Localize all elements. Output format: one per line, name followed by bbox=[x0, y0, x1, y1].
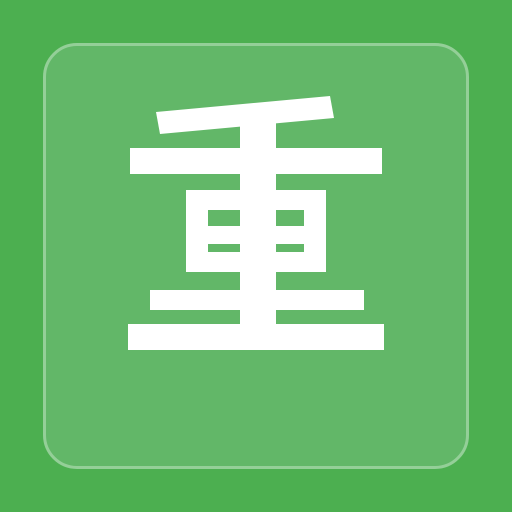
app-icon[interactable]: 重 bbox=[0, 0, 512, 512]
icon-character: 重 bbox=[0, 0, 1, 1]
zhong-glyph-icon bbox=[128, 96, 384, 350]
